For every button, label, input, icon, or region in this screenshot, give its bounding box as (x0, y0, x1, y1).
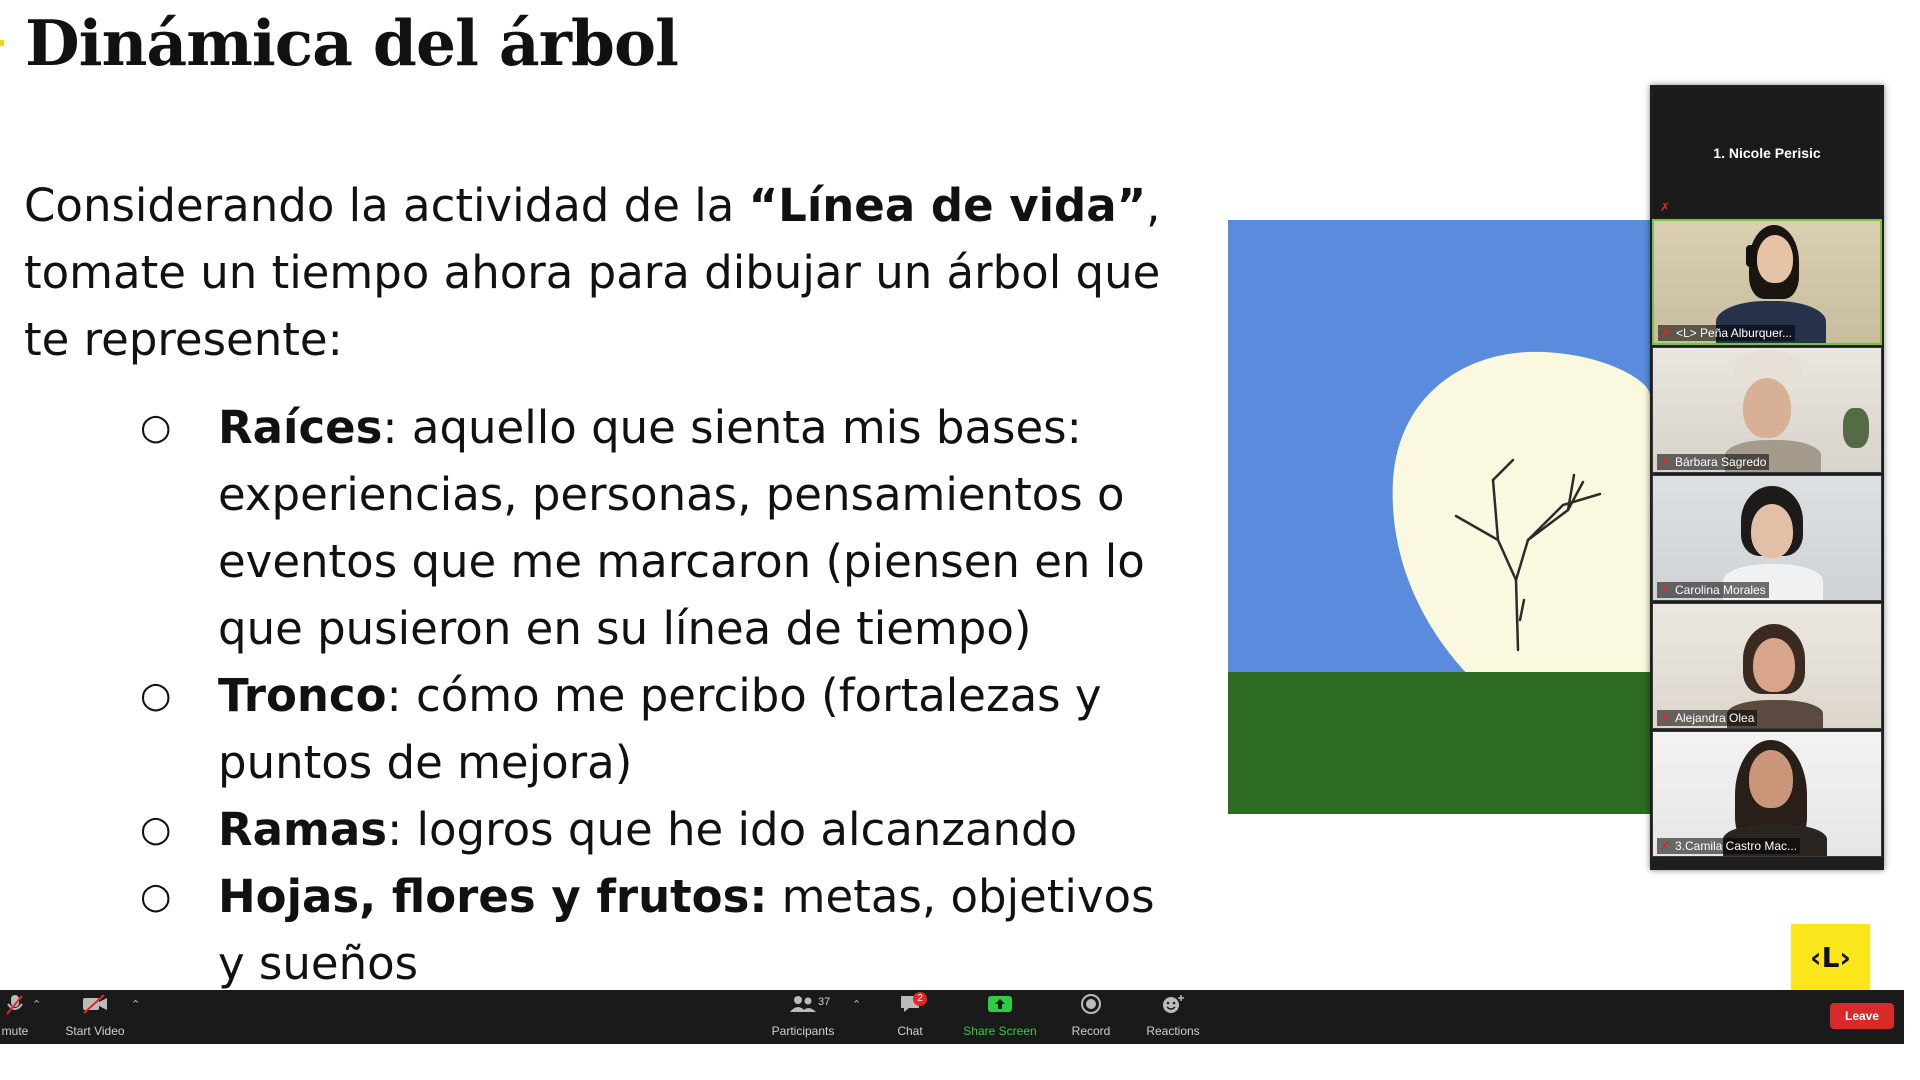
brand-logo: ‹L› (1791, 924, 1870, 990)
start-video-button[interactable]: Start Video (60, 990, 130, 1044)
intro-highlight: “Línea de vida” (748, 179, 1147, 232)
headphones-icon (1746, 245, 1756, 267)
bullet-roots: ○ Raíces: aquello que sienta mis bases: e… (140, 394, 1190, 662)
mic-muted-icon: ✗ (1660, 200, 1671, 214)
bullet-leaves: ○ Hojas, flores y frutos: metas, objetivo… (140, 863, 1190, 990)
bullet-term: Tronco (218, 669, 387, 722)
participant-name: Alejandra Olea (1675, 711, 1755, 725)
host-name: 1. Nicole Perisic (1713, 145, 1821, 161)
video-camera-off-icon (60, 994, 130, 1024)
bullet-branches: ○ Ramas: logros que he ido alcanzando (140, 796, 1190, 863)
participant-tile[interactable]: ✗ <L> Peña Alburquer... (1652, 219, 1882, 345)
chat-unread-badge: 2 (913, 992, 927, 1006)
share-screen-icon (960, 994, 1040, 1024)
participant-name-label: ✗ 3.Camila Castro Mac... (1657, 838, 1801, 854)
participant-tile[interactable]: ✗ Alejandra Olea (1652, 603, 1882, 729)
microphone-icon (0, 994, 30, 1024)
participant-name-label: ✗ Bárbara Sagredo (1657, 454, 1770, 470)
participant-tile[interactable]: ✗ 3.Camila Castro Mac... (1652, 731, 1882, 857)
slide-intro: Considerando la actividad de la “Línea d… (24, 172, 1184, 373)
bullet-circle-icon: ○ (140, 876, 172, 917)
record-icon (1068, 994, 1114, 1024)
reactions-label: Reactions (1146, 1024, 1200, 1038)
bullet-description: : logros que he ido alcanzando (387, 803, 1078, 856)
participant-name: Bárbara Sagredo (1675, 455, 1767, 469)
drawing-grass (1228, 672, 1650, 814)
participant-name: <L> Peña Alburquer... (1676, 326, 1793, 340)
plant-decoration (1843, 408, 1869, 448)
participant-tile[interactable]: ✗ Bárbara Sagredo (1652, 347, 1882, 473)
bullet-circle-icon: ○ (140, 407, 172, 448)
bullet-circle-icon: ○ (140, 809, 172, 850)
bullet-trunk: ○ Tronco: cómo me percibo (fortalezas y p… (140, 662, 1190, 796)
share-screen-label: Share Screen (963, 1024, 1037, 1038)
reactions-button[interactable]: Reactions (1144, 990, 1202, 1044)
smiley-plus-icon (1144, 994, 1202, 1024)
slide-bullet-list: ○ Raíces: aquello que sienta mis bases: e… (140, 394, 1190, 990)
video-options-caret-icon[interactable]: ⌃ (131, 998, 140, 1011)
tree-drawing-image (1228, 220, 1650, 814)
host-video-tile[interactable]: 1. Nicole Perisic ✗ (1654, 89, 1880, 217)
mic-muted-icon: ✗ (1660, 455, 1671, 469)
video-gallery-panel: 1. Nicole Perisic ✗ ✗ <L> Peña Alburquer.… (1650, 85, 1884, 870)
meeting-toolbar: mute ⌃ Start Video ⌃ Participants 37 ⌃ C… (0, 990, 1904, 1044)
participants-label: Participants (771, 1024, 835, 1038)
participant-name-label: ✗ <L> Peña Alburquer... (1658, 325, 1796, 341)
participants-options-caret-icon[interactable]: ⌃ (852, 998, 861, 1011)
start-video-label: Start Video (65, 1024, 125, 1038)
bullet-term: Ramas (218, 803, 388, 856)
bullet-term: Raíces (218, 401, 383, 454)
leave-meeting-button[interactable]: Leave (1830, 1003, 1894, 1029)
audio-options-caret-icon[interactable]: ⌃ (32, 998, 41, 1011)
mic-muted-icon: ✗ (1660, 711, 1671, 725)
mic-muted-icon: ✗ (1661, 326, 1672, 340)
presentation-slide: Dinámica del árbol Considerando la activ… (0, 0, 1904, 990)
slide-title: Dinámica del árbol (25, 6, 679, 80)
record-button[interactable]: Record (1068, 990, 1114, 1044)
intro-text-start: Considerando la actividad de la (24, 179, 749, 232)
record-label: Record (1071, 1024, 1111, 1038)
mic-muted-icon: ✗ (1660, 583, 1671, 597)
mute-button[interactable]: mute (0, 990, 30, 1044)
participant-name: 3.Camila Castro Mac... (1675, 839, 1798, 853)
slide-accent-mark (0, 40, 4, 46)
participant-tile[interactable]: ✗ Carolina Morales (1652, 475, 1882, 601)
chat-label: Chat (897, 1024, 923, 1038)
bullet-term: Hojas, flores y frutos: (218, 870, 768, 923)
bullet-circle-icon: ○ (140, 675, 172, 716)
mute-label: mute (1, 1024, 29, 1038)
participant-name-label: ✗ Carolina Morales (1657, 582, 1769, 598)
participants-count: 37 (818, 996, 831, 1008)
mic-muted-icon: ✗ (1660, 839, 1671, 853)
participant-name: Carolina Morales (1675, 583, 1766, 597)
share-screen-button[interactable]: Share Screen (960, 990, 1040, 1044)
participant-name-label: ✗ Alejandra Olea (1657, 710, 1758, 726)
